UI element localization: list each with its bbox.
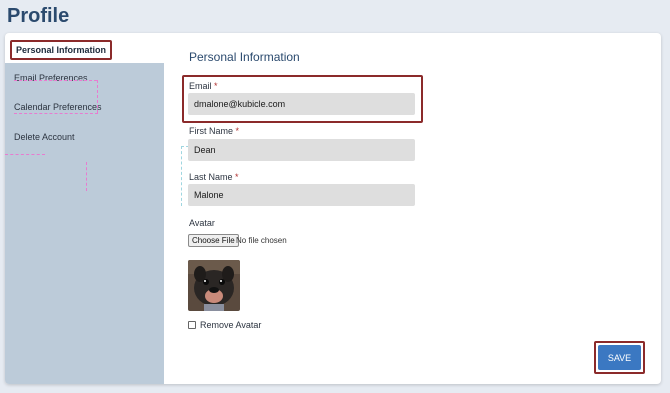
guide-line [181, 146, 182, 206]
avatar-image [188, 260, 240, 311]
sidebar-item-personal-information[interactable]: Personal Information [10, 40, 113, 60]
sidebar-item-email-preferences[interactable]: Email Preferences [14, 72, 88, 84]
first-name-label-text: First Name [189, 126, 234, 136]
remove-avatar-checkbox[interactable] [188, 321, 196, 329]
first-name-field[interactable] [188, 139, 415, 161]
email-label-text: Email [189, 81, 212, 91]
section-title: Personal Information [189, 50, 300, 64]
email-label: Email * [189, 80, 218, 92]
last-name-label: Last Name * [189, 171, 239, 183]
page-title: Profile [7, 5, 70, 27]
last-name-field[interactable] [188, 184, 415, 206]
last-name-label-text: Last Name [189, 172, 233, 182]
remove-avatar-row[interactable]: Remove Avatar [188, 319, 261, 331]
required-mark: * [214, 81, 218, 91]
save-button[interactable]: SAVE [598, 345, 641, 370]
first-name-label: First Name * [189, 125, 239, 137]
profile-card: Personal Information Email Preferences C… [5, 33, 661, 384]
required-mark: * [235, 126, 240, 136]
save-highlight: SAVE [594, 341, 645, 374]
remove-avatar-label: Remove Avatar [200, 320, 262, 330]
required-mark: * [235, 172, 239, 182]
choose-file-button[interactable]: Choose File [188, 234, 239, 247]
file-status: No file chosen [236, 236, 287, 245]
email-field[interactable] [188, 93, 415, 115]
sidebar-item-delete-account[interactable]: Delete Account [14, 131, 75, 143]
avatar-label: Avatar [189, 218, 215, 228]
sidebar-item-calendar-preferences[interactable]: Calendar Preferences [14, 101, 102, 113]
